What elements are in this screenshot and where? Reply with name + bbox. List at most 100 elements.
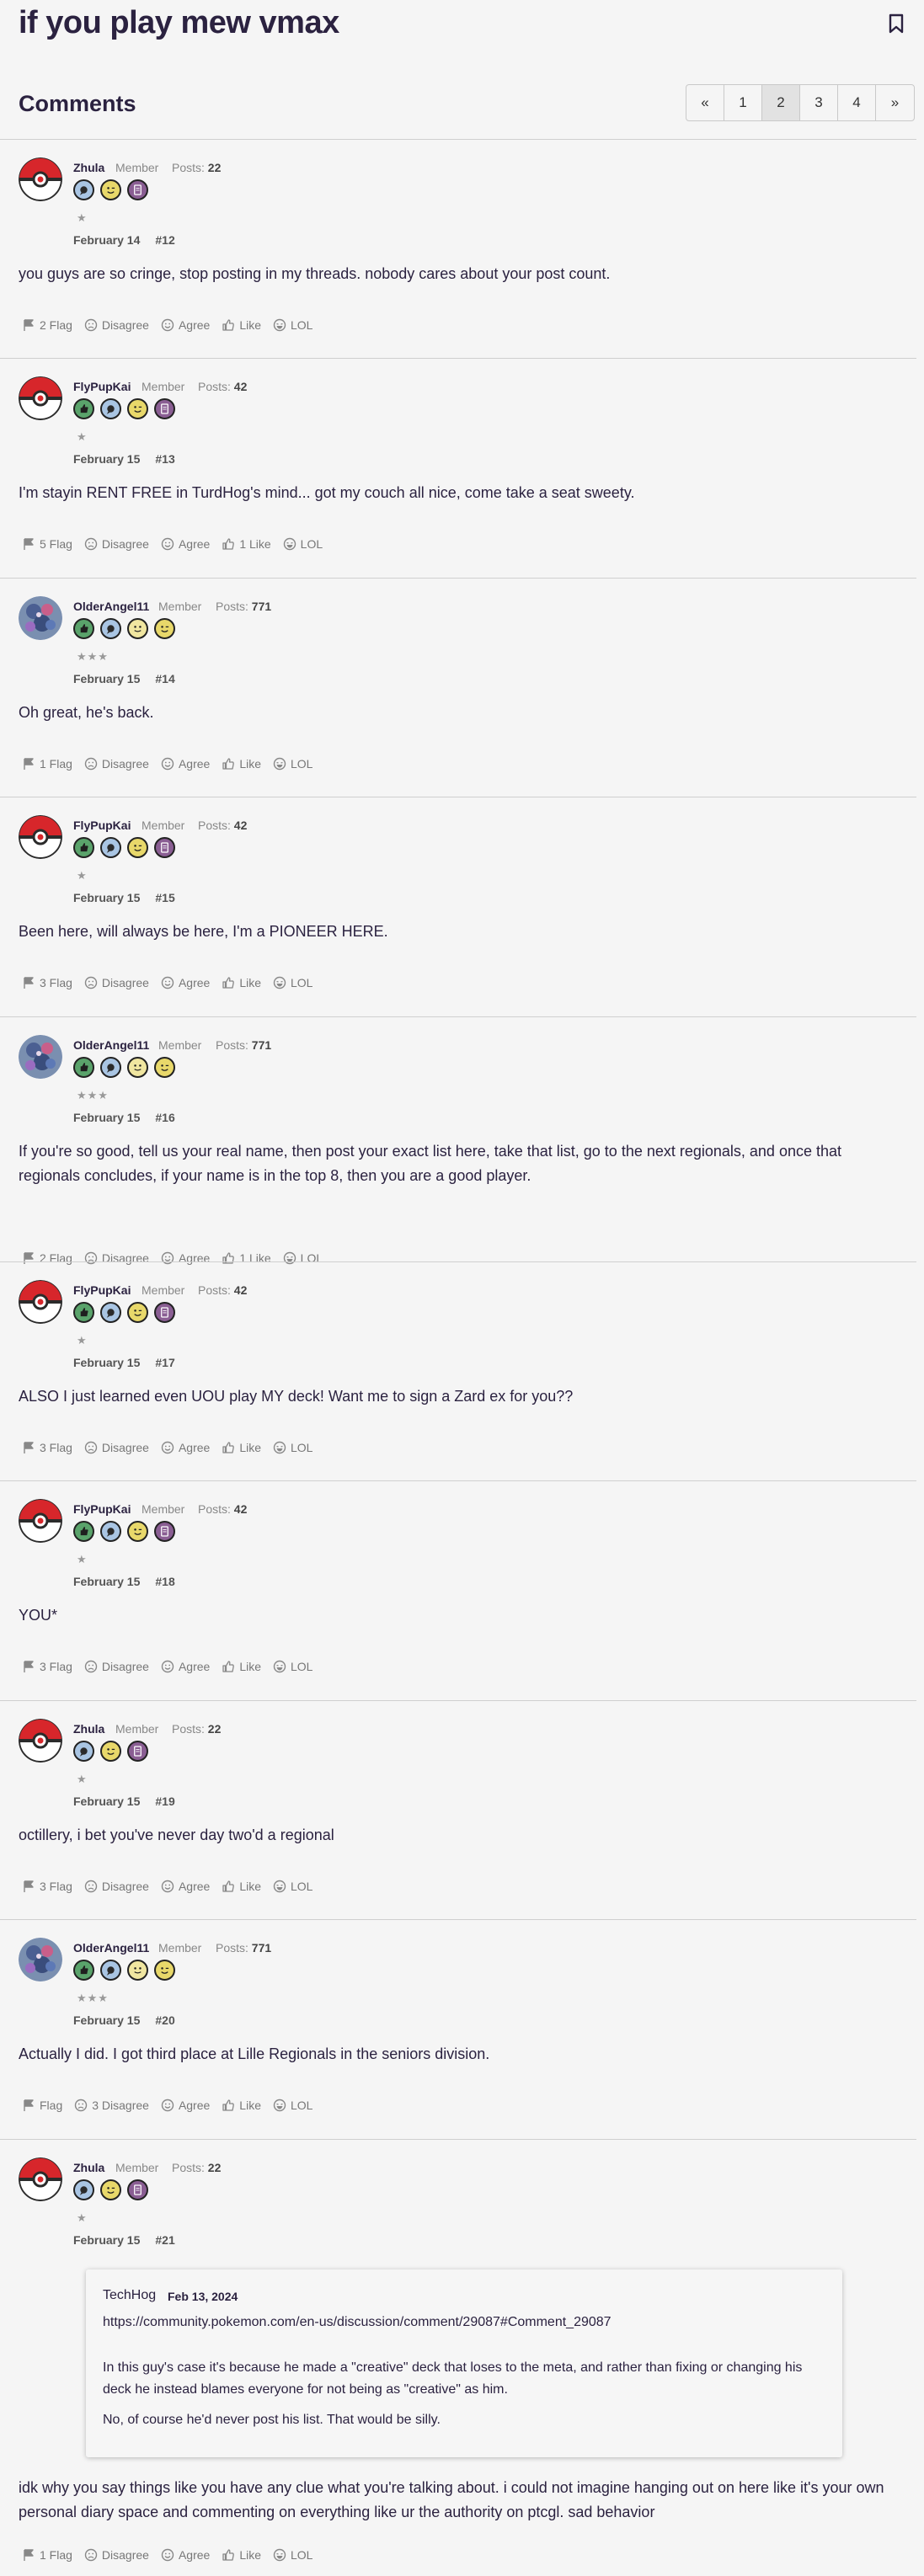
agree-button[interactable]: Agree [161, 2548, 210, 2562]
username[interactable]: FlyPupKai [73, 380, 131, 393]
disagree-button[interactable]: Disagree [84, 1660, 149, 1673]
lol-button[interactable]: LOL [283, 1251, 323, 1265]
post-date[interactable]: February 15 [73, 2233, 140, 2247]
post-number[interactable]: #20 [155, 2013, 174, 2027]
avatar[interactable] [19, 596, 62, 640]
avatar[interactable] [19, 815, 62, 859]
disagree-button[interactable]: Disagree [84, 537, 149, 551]
post-number[interactable]: #14 [155, 672, 174, 685]
post-date[interactable]: February 15 [73, 1795, 140, 1808]
post-number[interactable]: #15 [155, 891, 174, 904]
username[interactable]: FlyPupKai [73, 819, 131, 832]
quote-link[interactable]: https://community.pokemon.com/en-us/disc… [103, 2315, 612, 2330]
post-date[interactable]: February 15 [73, 1111, 140, 1124]
agree-button[interactable]: Agree [161, 537, 210, 551]
lol-button[interactable]: LOL [273, 976, 312, 989]
agree-button[interactable]: Agree [161, 1441, 210, 1454]
lol-button[interactable]: LOL [273, 757, 312, 771]
avatar[interactable] [19, 1035, 62, 1079]
lol-button[interactable]: LOL [273, 2099, 312, 2112]
username[interactable]: FlyPupKai [73, 1502, 131, 1516]
post-number[interactable]: #17 [155, 1356, 174, 1369]
disagree-button[interactable]: Disagree [84, 757, 149, 771]
post-date[interactable]: February 15 [73, 672, 140, 685]
lol-button[interactable]: LOL [273, 1880, 312, 1893]
pagination-page-2[interactable]: 2 [762, 85, 800, 120]
disagree-button[interactable]: Disagree [84, 1880, 149, 1893]
flag-button[interactable]: 3 Flag [22, 976, 72, 989]
disagree-button[interactable]: Disagree [84, 2548, 149, 2562]
avatar[interactable] [19, 376, 62, 420]
post-date[interactable]: February 15 [73, 1575, 140, 1588]
lol-button[interactable]: LOL [273, 318, 312, 332]
like-button[interactable]: Like [222, 1441, 261, 1454]
avatar[interactable] [19, 1280, 62, 1324]
post-date[interactable]: February 15 [73, 452, 140, 466]
pagination-page-1[interactable]: 1 [724, 85, 762, 120]
flag-button[interactable]: 3 Flag [22, 1660, 72, 1673]
flag-button[interactable]: 5 Flag [22, 537, 72, 551]
post-date[interactable]: February 14 [73, 233, 140, 247]
flag-button[interactable]: 2 Flag [22, 1251, 72, 1265]
agree-button[interactable]: Agree [161, 318, 210, 332]
like-button[interactable]: Like [222, 976, 261, 989]
post-number[interactable]: #21 [155, 2233, 174, 2247]
avatar[interactable] [19, 1499, 62, 1543]
agree-button[interactable]: Agree [161, 757, 210, 771]
disagree-button[interactable]: Disagree [84, 318, 149, 332]
agree-button[interactable]: Agree [161, 1251, 210, 1265]
username[interactable]: Zhula [73, 1722, 104, 1736]
flag-button[interactable]: 3 Flag [22, 1880, 72, 1893]
pagination-page-3[interactable]: 3 [800, 85, 838, 120]
username[interactable]: OlderAngel11 [73, 1038, 149, 1052]
like-button[interactable]: Like [222, 2548, 261, 2562]
username[interactable]: Zhula [73, 2161, 104, 2174]
flag-button[interactable]: 1 Flag [22, 2548, 72, 2562]
post-number[interactable]: #16 [155, 1111, 174, 1124]
disagree-button[interactable]: Disagree [84, 976, 149, 989]
username[interactable]: OlderAngel11 [73, 1941, 149, 1955]
username[interactable]: Zhula [73, 161, 104, 174]
like-button[interactable]: 1 Like [222, 1251, 271, 1265]
like-button[interactable]: Like [222, 1660, 261, 1673]
post-number[interactable]: #12 [155, 233, 174, 247]
lol-button[interactable]: LOL [273, 1441, 312, 1454]
avatar[interactable] [19, 157, 62, 201]
lol-button[interactable]: LOL [273, 2548, 312, 2562]
agree-button[interactable]: Agree [161, 2099, 210, 2112]
like-button[interactable]: Like [222, 2099, 261, 2112]
lol-button[interactable]: LOL [283, 537, 323, 551]
quote-author[interactable]: TechHog [103, 2288, 156, 2303]
avatar[interactable] [19, 2157, 62, 2201]
pagination-next[interactable]: » [876, 85, 914, 120]
flag-button[interactable]: 3 Flag [22, 1441, 72, 1454]
like-button[interactable]: Like [222, 1880, 261, 1893]
bookmark-icon[interactable] [889, 13, 904, 34]
post-number[interactable]: #18 [155, 1575, 174, 1588]
username[interactable]: FlyPupKai [73, 1283, 131, 1297]
flag-button[interactable]: 1 Flag [22, 757, 72, 771]
disagree-button[interactable]: 3 Disagree [74, 2099, 149, 2112]
agree-button[interactable]: Agree [161, 1880, 210, 1893]
post-date[interactable]: February 15 [73, 2013, 140, 2027]
flag-button[interactable]: Flag [22, 2099, 62, 2112]
reaction-bar: 1 Flag Disagree Agree Like LOL [22, 2548, 312, 2562]
like-button[interactable]: Like [222, 318, 261, 332]
post-date[interactable]: February 15 [73, 891, 140, 904]
agree-button[interactable]: Agree [161, 976, 210, 989]
post-date[interactable]: February 15 [73, 1356, 140, 1369]
lol-button[interactable]: LOL [273, 1660, 312, 1673]
username[interactable]: OlderAngel11 [73, 600, 149, 613]
post-number[interactable]: #19 [155, 1795, 174, 1808]
pagination-page-4[interactable]: 4 [838, 85, 876, 120]
like-button[interactable]: 1 Like [222, 537, 271, 551]
avatar[interactable] [19, 1719, 62, 1763]
agree-button[interactable]: Agree [161, 1660, 210, 1673]
disagree-button[interactable]: Disagree [84, 1441, 149, 1454]
flag-button[interactable]: 2 Flag [22, 318, 72, 332]
avatar[interactable] [19, 1938, 62, 1981]
disagree-button[interactable]: Disagree [84, 1251, 149, 1265]
post-number[interactable]: #13 [155, 452, 174, 466]
like-button[interactable]: Like [222, 757, 261, 771]
pagination-prev[interactable]: « [686, 85, 724, 120]
